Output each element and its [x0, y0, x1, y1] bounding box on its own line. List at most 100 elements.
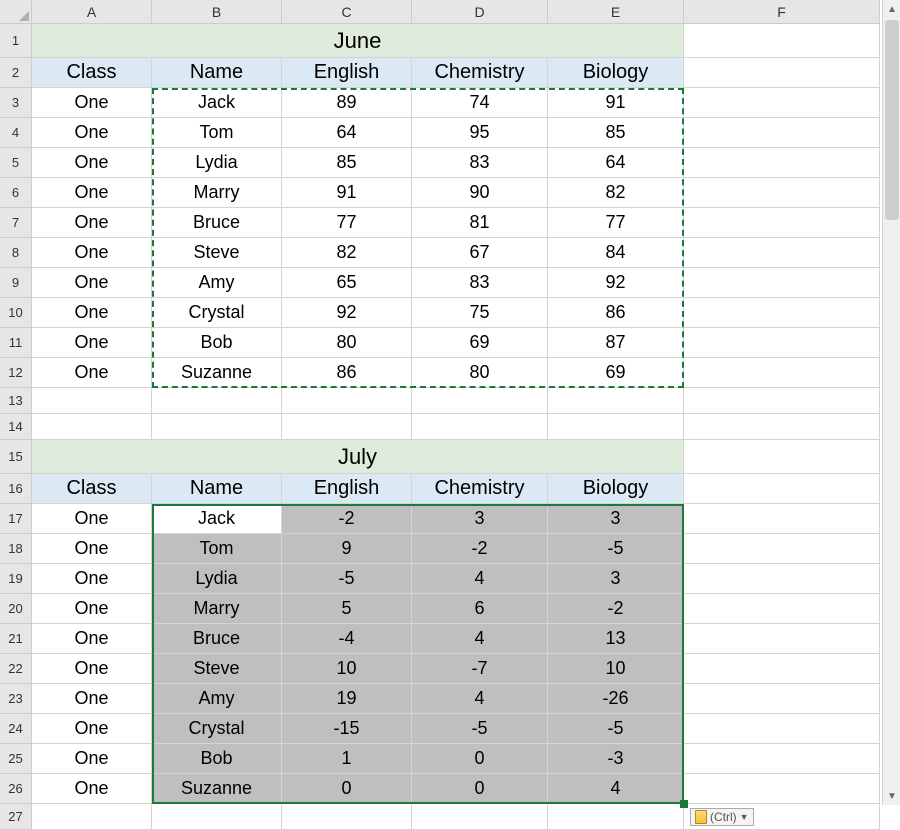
cell-blank[interactable]: [684, 440, 880, 474]
data-cell[interactable]: 91: [282, 178, 412, 208]
cell-blank[interactable]: [684, 238, 880, 268]
data-cell[interactable]: One: [32, 268, 152, 298]
data-cell[interactable]: 64: [548, 148, 684, 178]
header-class[interactable]: Class: [32, 474, 152, 504]
paste-options-button[interactable]: (Ctrl) ▼: [690, 808, 754, 826]
cell-blank[interactable]: [32, 388, 152, 414]
row-header-4[interactable]: 4: [0, 118, 32, 148]
data-cell[interactable]: 85: [282, 148, 412, 178]
data-cell[interactable]: One: [32, 744, 152, 774]
header-chemistry[interactable]: Chemistry: [412, 474, 548, 504]
row-header-12[interactable]: 12: [0, 358, 32, 388]
cell-blank[interactable]: [684, 58, 880, 88]
data-cell[interactable]: 86: [548, 298, 684, 328]
data-cell[interactable]: 92: [282, 298, 412, 328]
data-cell[interactable]: 82: [548, 178, 684, 208]
cell-blank[interactable]: [684, 328, 880, 358]
row-header-23[interactable]: 23: [0, 684, 32, 714]
row-header-7[interactable]: 7: [0, 208, 32, 238]
data-cell[interactable]: Marry: [152, 178, 282, 208]
data-cell[interactable]: One: [32, 504, 152, 534]
data-cell[interactable]: -7: [412, 654, 548, 684]
data-cell[interactable]: Amy: [152, 268, 282, 298]
header-english[interactable]: English: [282, 58, 412, 88]
cell-blank[interactable]: [684, 624, 880, 654]
col-header-D[interactable]: D: [412, 0, 548, 24]
data-cell[interactable]: -5: [282, 564, 412, 594]
cell-blank[interactable]: [282, 388, 412, 414]
data-cell[interactable]: Suzanne: [152, 358, 282, 388]
vertical-scrollbar[interactable]: ▲ ▼: [882, 0, 900, 805]
data-cell[interactable]: 67: [412, 238, 548, 268]
data-cell[interactable]: -26: [548, 684, 684, 714]
data-cell[interactable]: -2: [412, 534, 548, 564]
cell-blank[interactable]: [684, 534, 880, 564]
data-cell[interactable]: -5: [412, 714, 548, 744]
row-header-20[interactable]: 20: [0, 594, 32, 624]
data-cell[interactable]: One: [32, 298, 152, 328]
row-header-3[interactable]: 3: [0, 88, 32, 118]
scroll-down-icon[interactable]: ▼: [883, 787, 900, 805]
header-biology[interactable]: Biology: [548, 58, 684, 88]
data-cell[interactable]: 83: [412, 148, 548, 178]
cell-blank[interactable]: [684, 88, 880, 118]
data-cell[interactable]: One: [32, 328, 152, 358]
header-english[interactable]: English: [282, 474, 412, 504]
data-cell[interactable]: Amy: [152, 684, 282, 714]
data-cell[interactable]: 82: [282, 238, 412, 268]
row-header-15[interactable]: 15: [0, 440, 32, 474]
data-cell[interactable]: 1: [282, 744, 412, 774]
data-cell[interactable]: 74: [412, 88, 548, 118]
cell-blank[interactable]: [32, 414, 152, 440]
cell-blank[interactable]: [684, 388, 880, 414]
cell-blank[interactable]: [412, 414, 548, 440]
row-header-10[interactable]: 10: [0, 298, 32, 328]
data-cell[interactable]: 69: [548, 358, 684, 388]
data-cell[interactable]: 4: [412, 564, 548, 594]
row-header-11[interactable]: 11: [0, 328, 32, 358]
row-header-6[interactable]: 6: [0, 178, 32, 208]
cell-blank[interactable]: [152, 388, 282, 414]
data-cell[interactable]: 0: [412, 744, 548, 774]
cell-blank[interactable]: [684, 268, 880, 298]
data-cell[interactable]: Lydia: [152, 564, 282, 594]
row-header-8[interactable]: 8: [0, 238, 32, 268]
select-all-corner[interactable]: [0, 0, 32, 24]
cell-blank[interactable]: [684, 684, 880, 714]
data-cell[interactable]: -2: [282, 504, 412, 534]
data-cell[interactable]: Lydia: [152, 148, 282, 178]
data-cell[interactable]: One: [32, 88, 152, 118]
cell-blank[interactable]: [684, 24, 880, 58]
data-cell[interactable]: Steve: [152, 654, 282, 684]
data-cell[interactable]: -5: [548, 534, 684, 564]
data-cell[interactable]: Marry: [152, 594, 282, 624]
data-cell[interactable]: 83: [412, 268, 548, 298]
col-header-A[interactable]: A: [32, 0, 152, 24]
data-cell[interactable]: One: [32, 564, 152, 594]
row-header-24[interactable]: 24: [0, 714, 32, 744]
scroll-up-icon[interactable]: ▲: [883, 0, 900, 18]
col-header-B[interactable]: B: [152, 0, 282, 24]
data-cell[interactable]: One: [32, 714, 152, 744]
data-cell[interactable]: 19: [282, 684, 412, 714]
row-header-14[interactable]: 14: [0, 414, 32, 440]
row-header-17[interactable]: 17: [0, 504, 32, 534]
col-header-C[interactable]: C: [282, 0, 412, 24]
cell-blank[interactable]: [548, 804, 684, 830]
data-cell[interactable]: 5: [282, 594, 412, 624]
title-june[interactable]: June: [32, 24, 684, 58]
cell-blank[interactable]: [684, 564, 880, 594]
data-cell[interactable]: Jack: [152, 504, 282, 534]
row-header-2[interactable]: 2: [0, 58, 32, 88]
data-cell[interactable]: One: [32, 208, 152, 238]
data-cell[interactable]: -5: [548, 714, 684, 744]
data-cell[interactable]: One: [32, 178, 152, 208]
cell-blank[interactable]: [684, 208, 880, 238]
data-cell[interactable]: 0: [412, 774, 548, 804]
data-cell[interactable]: One: [32, 624, 152, 654]
data-cell[interactable]: 84: [548, 238, 684, 268]
data-cell[interactable]: Bruce: [152, 624, 282, 654]
col-header-E[interactable]: E: [548, 0, 684, 24]
header-class[interactable]: Class: [32, 58, 152, 88]
row-header-27[interactable]: 27: [0, 804, 32, 830]
